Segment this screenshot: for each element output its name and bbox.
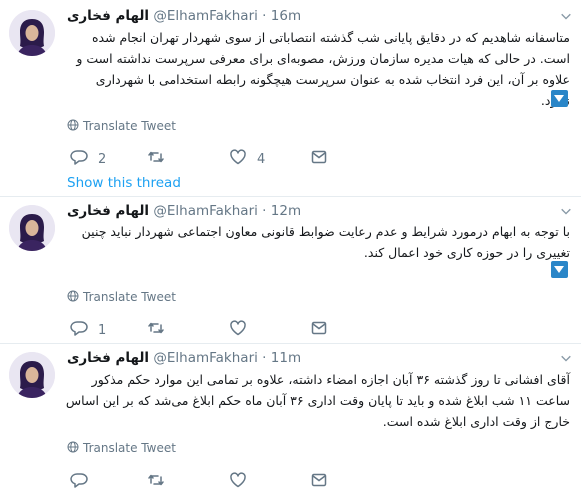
- like-button[interactable]: 4: [229, 148, 265, 168]
- separator-dot: ·: [262, 8, 267, 24]
- like-icon: [230, 472, 246, 488]
- translate-label: Translate Tweet: [83, 290, 176, 304]
- tweet-header: الهام فخاری @ElhamFakhari · 11m: [67, 349, 301, 367]
- retweet-icon: [148, 151, 164, 163]
- timestamp[interactable]: 11m: [271, 350, 301, 366]
- like-count: 4: [257, 152, 266, 167]
- like-button[interactable]: [229, 471, 257, 491]
- avatar[interactable]: [9, 205, 55, 251]
- display-name[interactable]: الهام فخاری: [67, 350, 149, 366]
- tweet-text: آقای افشانی تا روز گذشته ۳۶ آبان اجازه ا…: [65, 372, 570, 429]
- message-icon: [311, 150, 327, 164]
- retweet-button[interactable]: [147, 148, 175, 168]
- separator-dot: ·: [262, 350, 267, 366]
- tweet-1[interactable]: الهام فخاری @ElhamFakhari · 16m متاسفانه…: [0, 0, 581, 196]
- timestamp[interactable]: 16m: [271, 8, 301, 24]
- chevron-down-icon[interactable]: [559, 352, 573, 366]
- like-button[interactable]: [229, 319, 257, 339]
- reply-button[interactable]: 1: [70, 319, 106, 339]
- reply-button[interactable]: 2: [70, 148, 106, 168]
- tweet-actions: 1: [67, 319, 347, 339]
- like-icon: [230, 320, 246, 336]
- expand-icon[interactable]: [551, 90, 568, 107]
- avatar[interactable]: [9, 10, 55, 56]
- tweet-2[interactable]: الهام فخاری @ElhamFakhari · 12m با توجه …: [0, 197, 581, 343]
- translate-tweet-link[interactable]: Translate Tweet: [67, 117, 176, 135]
- message-icon: [311, 473, 327, 487]
- like-icon: [230, 149, 246, 165]
- chevron-down-icon[interactable]: [559, 205, 573, 219]
- retweet-button[interactable]: [147, 319, 175, 339]
- user-handle[interactable]: @ElhamFakhari: [153, 8, 258, 24]
- tweet-3[interactable]: الهام فخاری @ElhamFakhari · 11m آقای افش…: [0, 344, 581, 495]
- translate-label: Translate Tweet: [83, 119, 176, 133]
- tweet-actions: [67, 471, 347, 491]
- message-button[interactable]: [310, 148, 328, 168]
- reply-count: 2: [98, 152, 107, 167]
- globe-icon: [67, 290, 79, 302]
- retweet-button[interactable]: [147, 471, 175, 491]
- retweet-icon: [148, 322, 164, 334]
- show-thread-link[interactable]: Show this thread: [67, 174, 181, 192]
- reply-button[interactable]: [70, 471, 98, 491]
- globe-icon: [67, 119, 79, 131]
- separator-dot: ·: [262, 203, 267, 219]
- tweet-actions: 2 4: [67, 148, 347, 168]
- translate-tweet-link[interactable]: Translate Tweet: [67, 439, 176, 457]
- retweet-icon: [148, 474, 164, 486]
- translate-tweet-link[interactable]: Translate Tweet: [67, 288, 176, 306]
- tweet-text: با توجه به ابهام درمورد شرایط و عدم رعای…: [81, 224, 570, 260]
- display-name[interactable]: الهام فخاری: [67, 8, 149, 24]
- globe-icon: [67, 441, 79, 453]
- chevron-down-icon[interactable]: [559, 10, 573, 24]
- timestamp[interactable]: 12m: [271, 203, 301, 219]
- message-icon: [311, 321, 327, 335]
- reply-icon: [70, 473, 88, 488]
- user-handle[interactable]: @ElhamFakhari: [153, 350, 258, 366]
- translate-label: Translate Tweet: [83, 441, 176, 455]
- expand-icon[interactable]: [551, 261, 568, 278]
- reply-icon: [70, 321, 88, 336]
- reply-icon: [70, 150, 88, 165]
- avatar[interactable]: [9, 352, 55, 398]
- tweet-header: الهام فخاری @ElhamFakhari · 16m: [67, 7, 301, 25]
- user-handle[interactable]: @ElhamFakhari: [153, 203, 258, 219]
- message-button[interactable]: [310, 471, 328, 491]
- display-name[interactable]: الهام فخاری: [67, 203, 149, 219]
- message-button[interactable]: [310, 319, 328, 339]
- reply-count: 1: [98, 323, 107, 338]
- tweet-header: الهام فخاری @ElhamFakhari · 12m: [67, 202, 301, 220]
- tweet-text: متاسفانه شاهدیم که در دقایق پایانی شب گذ…: [76, 30, 570, 108]
